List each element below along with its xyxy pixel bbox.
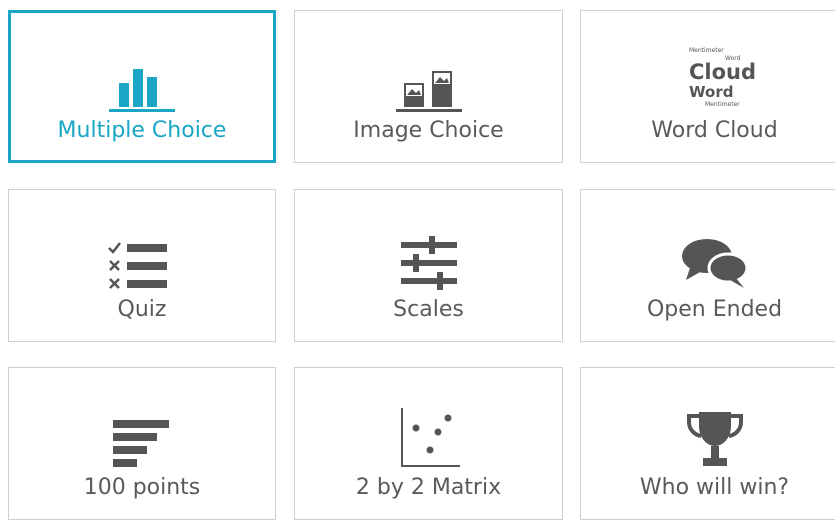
tile-image-choice[interactable]: Image Choice <box>294 10 563 163</box>
tile-100-points[interactable]: 100 points <box>8 367 276 520</box>
horizontal-bars-icon <box>9 408 275 470</box>
word-cloud-word: Cloud <box>689 60 755 84</box>
bar-chart-icon <box>11 51 273 113</box>
sliders-icon <box>295 230 562 292</box>
tile-scales[interactable]: Scales <box>294 189 563 342</box>
trophy-icon <box>581 408 835 470</box>
tile-label: Image Choice <box>353 118 504 143</box>
tile-label: Open Ended <box>646 297 783 322</box>
word-cloud-word: Word <box>689 83 733 101</box>
tile-label: 2 by 2 Matrix <box>355 475 502 500</box>
word-cloud-word: Mentimeter <box>705 101 740 108</box>
tile-label: Word Cloud <box>651 118 778 143</box>
tile-label: Quiz <box>117 297 167 322</box>
tile-who-will-win[interactable]: Who will win? <box>580 367 835 520</box>
tile-label: Scales <box>393 297 464 322</box>
tile-multiple-choice[interactable]: Multiple Choice <box>8 10 276 163</box>
tile-quiz[interactable]: Quiz <box>8 189 276 342</box>
quiz-checklist-icon <box>9 230 275 292</box>
tile-label: Who will win? <box>639 475 790 500</box>
tile-open-ended[interactable]: Open Ended <box>580 189 835 342</box>
tile-label: 100 points <box>83 475 201 500</box>
tile-word-cloud[interactable]: Mentimeter Word Cloud Word Mentimeter Wo… <box>580 10 835 163</box>
word-cloud-word: Mentimeter <box>689 47 724 54</box>
scatter-plot-icon <box>295 408 562 470</box>
tile-2-by-2-matrix[interactable]: 2 by 2 Matrix <box>294 367 563 520</box>
tile-label: Multiple Choice <box>57 118 227 143</box>
speech-bubbles-icon <box>581 230 835 292</box>
image-choice-icon <box>295 51 562 113</box>
word-cloud-icon: Mentimeter Word Cloud Word Mentimeter <box>581 37 835 113</box>
